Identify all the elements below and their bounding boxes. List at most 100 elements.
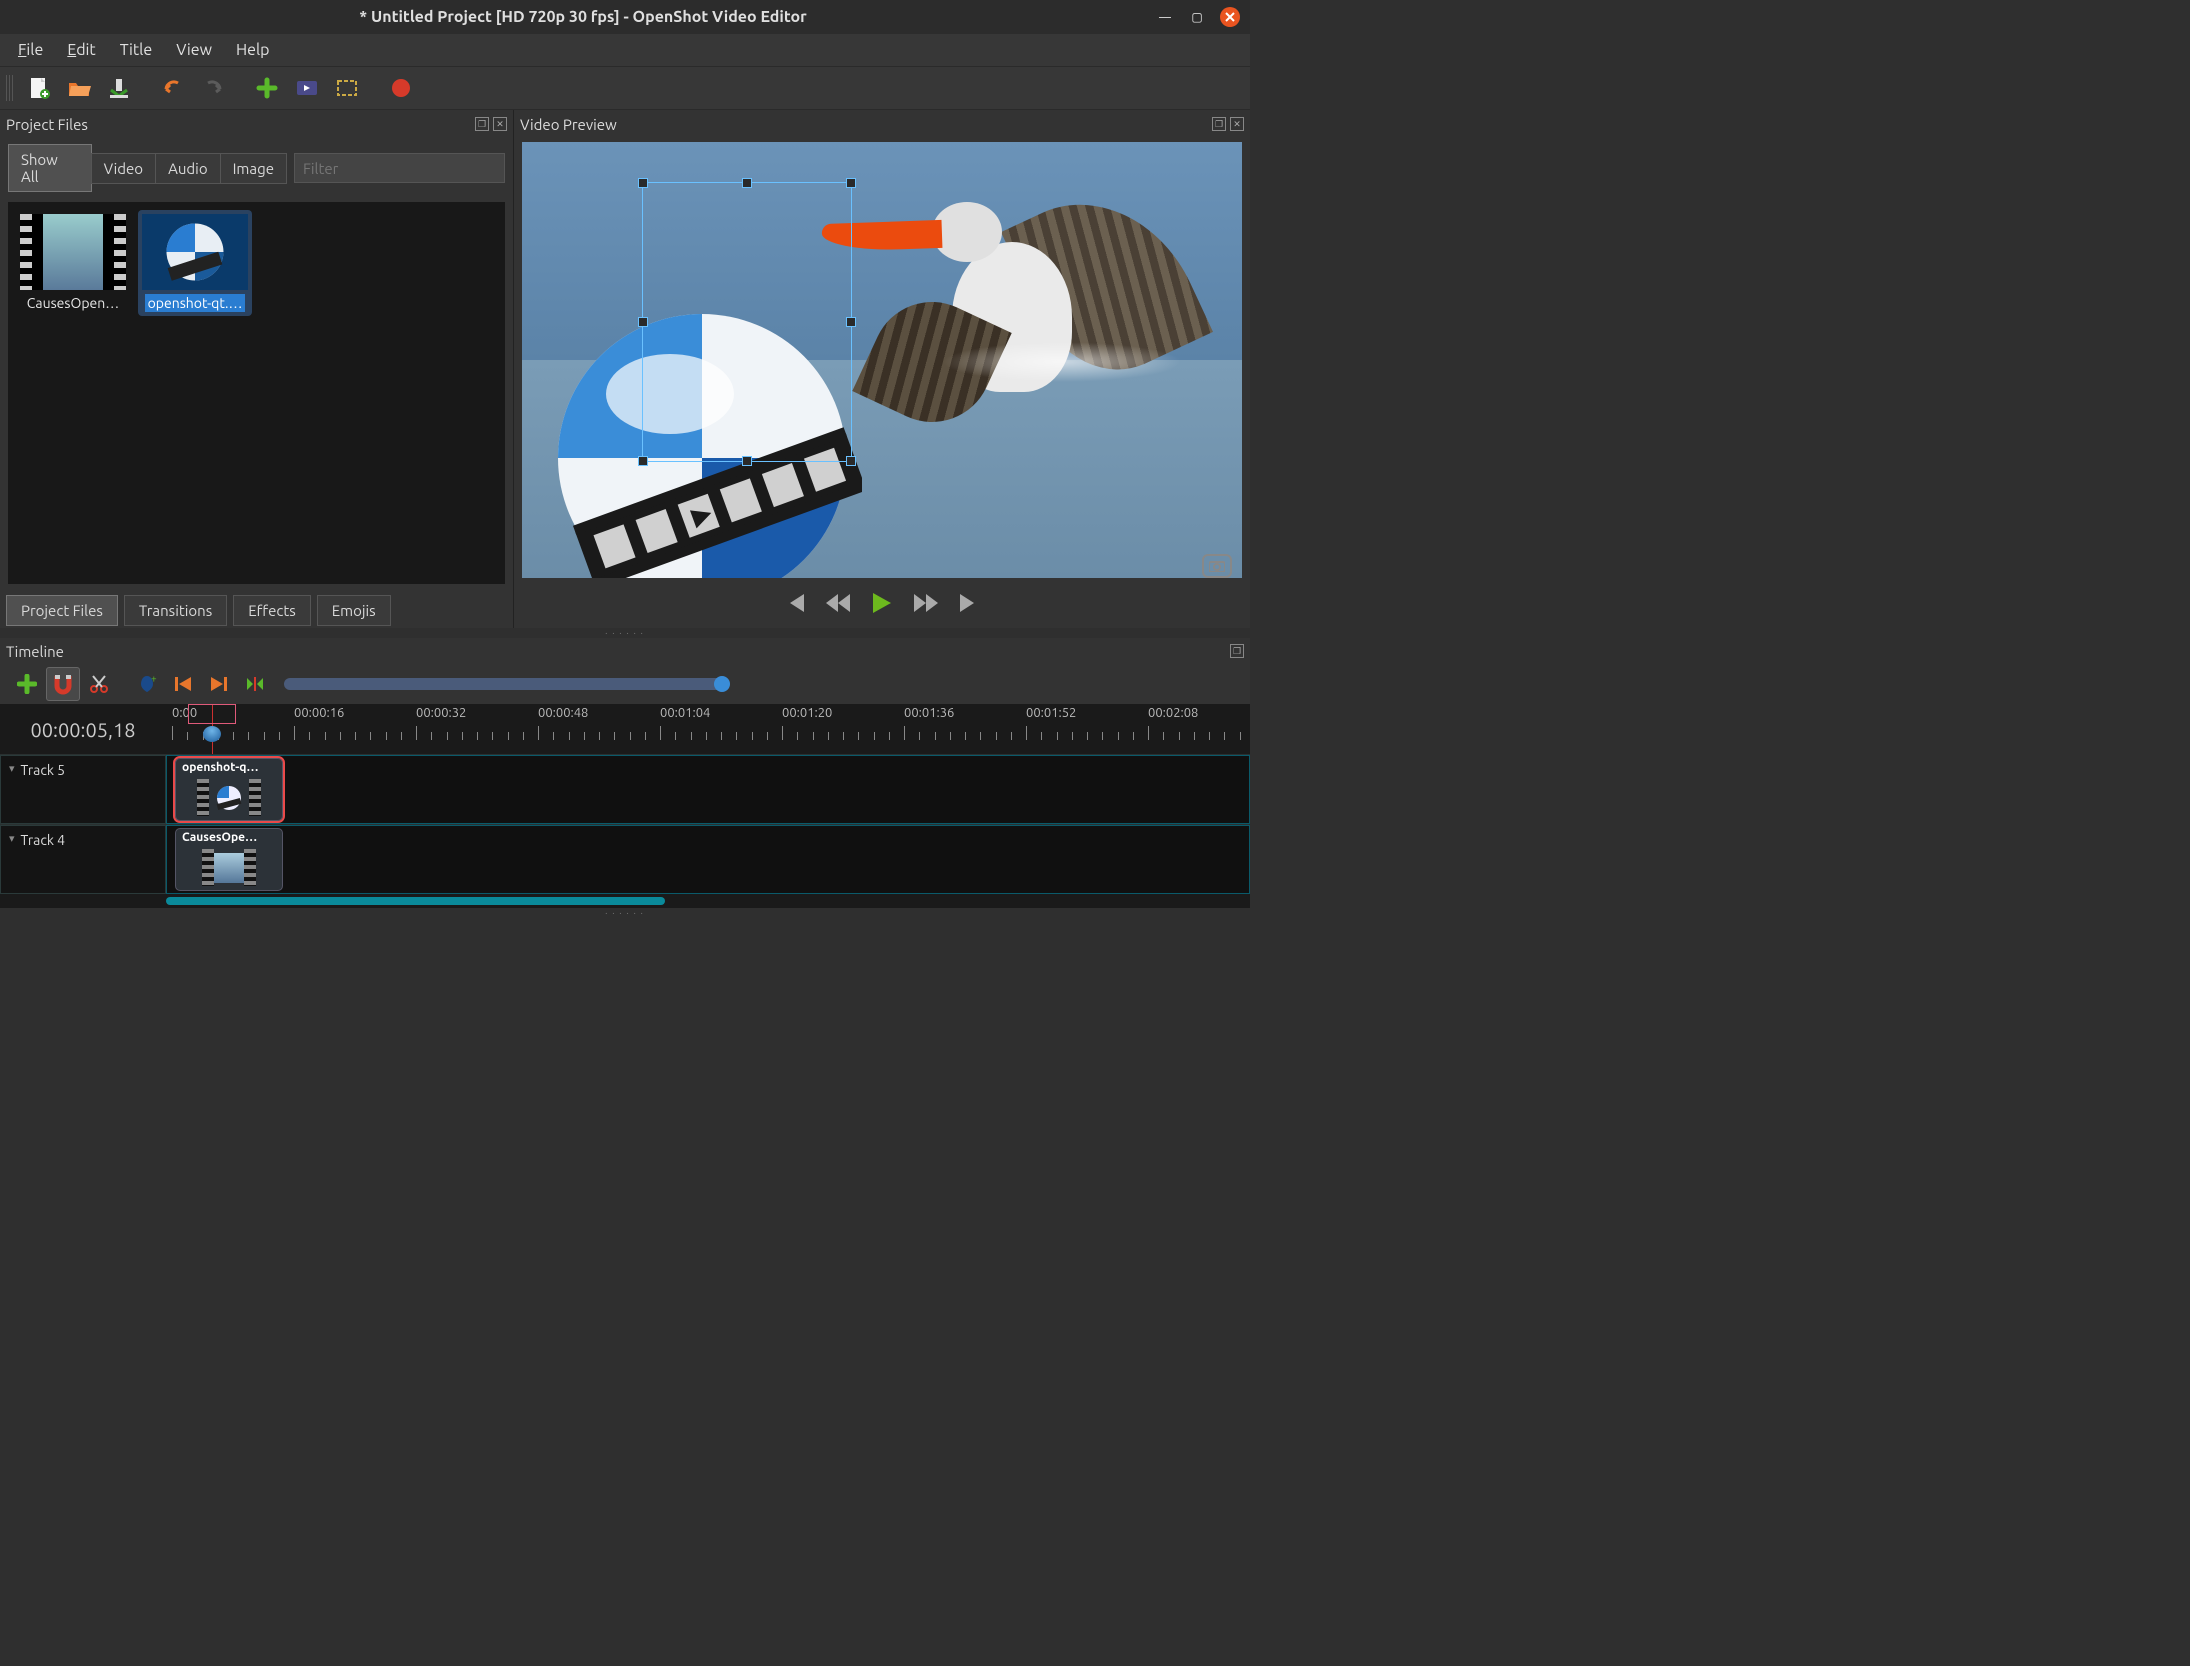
timeline-ruler[interactable]: 0:0000:00:1600:00:3200:00:4800:01:0400:0…	[166, 704, 1250, 754]
export-video-button[interactable]	[384, 71, 418, 105]
ruler-label: 00:01:20	[782, 706, 832, 720]
zoom-slider-knob[interactable]	[714, 676, 730, 692]
zoom-slider[interactable]	[284, 678, 724, 690]
resize-handle-icon[interactable]	[742, 178, 752, 188]
filter-input[interactable]	[294, 153, 505, 183]
transform-selection-box[interactable]	[642, 182, 852, 462]
pf-tab-audio[interactable]: Audio	[155, 153, 221, 184]
resize-handle-icon[interactable]	[638, 456, 648, 466]
panel-close-icon[interactable]: ✕	[493, 117, 507, 131]
add-marker-button[interactable]: +	[130, 667, 164, 701]
chevron-down-icon[interactable]: ▾	[9, 832, 15, 845]
jump-end-button[interactable]	[958, 594, 980, 616]
file-item[interactable]: openshot-qt.…	[138, 210, 252, 316]
save-project-button[interactable]	[102, 71, 136, 105]
jump-start-button[interactable]	[784, 594, 806, 616]
track-name: Track 5	[21, 762, 65, 778]
timeline-title: Timeline	[6, 643, 64, 660]
fast-forward-button[interactable]	[914, 594, 938, 616]
center-playhead-button[interactable]	[238, 667, 272, 701]
project-files-header: Project Files ❐ ✕	[0, 110, 513, 138]
redo-button[interactable]	[196, 71, 230, 105]
timecode-display[interactable]: 00:00:05,18	[0, 704, 166, 754]
next-marker-icon	[209, 676, 229, 692]
scissors-icon	[89, 674, 109, 694]
track-header[interactable]: ▾ Track 5	[0, 755, 166, 824]
tab-emojis[interactable]: Emojis	[317, 595, 391, 626]
panel-detach-icon[interactable]: ❐	[1212, 117, 1226, 131]
ruler-label: 00:00:32	[416, 706, 466, 720]
video-preview-header: Video Preview ❐ ✕	[514, 110, 1250, 138]
preview-background	[522, 142, 1242, 578]
pf-tab-image[interactable]: Image	[220, 153, 287, 184]
play-button[interactable]	[870, 591, 894, 619]
new-project-button[interactable]	[22, 71, 56, 105]
razor-button[interactable]	[82, 667, 116, 701]
record-icon	[390, 77, 412, 99]
camera-icon	[1209, 560, 1225, 572]
timeline-clip[interactable]: CausesOpe…	[175, 828, 283, 891]
add-track-button[interactable]	[10, 667, 44, 701]
track-lane[interactable]: CausesOpe…	[166, 825, 1250, 894]
pf-tab-show-all[interactable]: Show All	[8, 144, 92, 192]
ruler-label: 00:01:36	[904, 706, 954, 720]
timeline-tracks-area[interactable]: ▾ Track 5 openshot-q… ▾ Track 4 CausesOpe…	[0, 754, 1250, 894]
playhead[interactable]	[212, 704, 213, 754]
bottom-splitter[interactable]: ∙∙∙∙∙∙	[0, 908, 1250, 918]
undo-button[interactable]	[156, 71, 190, 105]
panel-close-icon[interactable]: ✕	[1230, 117, 1244, 131]
panel-detach-icon[interactable]: ❐	[1230, 644, 1244, 658]
window-titlebar: * Untitled Project [HD 720p 30 fps] - Op…	[0, 0, 1250, 34]
horizontal-splitter[interactable]: ∙∙∙∙∙∙	[0, 628, 1250, 638]
menu-file[interactable]: File	[8, 37, 53, 63]
rewind-button[interactable]	[826, 594, 850, 616]
resize-handle-icon[interactable]	[846, 317, 856, 327]
svg-text:+: +	[151, 674, 157, 684]
track-header[interactable]: ▾ Track 4	[0, 825, 166, 894]
resize-handle-icon[interactable]	[638, 317, 648, 327]
project-files-grid[interactable]: CausesOpen… openshot-qt.…	[8, 202, 505, 584]
track-row[interactable]: ▾ Track 5 openshot-q…	[0, 754, 1250, 824]
video-preview-title: Video Preview	[520, 116, 617, 133]
ruler-label: 00:00:48	[538, 706, 588, 720]
snapshot-button[interactable]	[1202, 554, 1232, 578]
previous-marker-button[interactable]	[166, 667, 200, 701]
tab-transitions[interactable]: Transitions	[124, 595, 227, 626]
ruler-label: 00:00:16	[294, 706, 344, 720]
window-maximize-button[interactable]: ▢	[1188, 8, 1206, 26]
open-project-button[interactable]	[62, 71, 96, 105]
timeline-scrollbar[interactable]	[0, 894, 1250, 908]
window-close-button[interactable]	[1220, 7, 1240, 27]
timeline-clip[interactable]: openshot-q…	[175, 758, 283, 821]
tab-project-files[interactable]: Project Files	[6, 595, 118, 626]
window-minimize-button[interactable]: —	[1156, 8, 1174, 26]
resize-handle-icon[interactable]	[846, 456, 856, 466]
ruler-label: 00:01:52	[1026, 706, 1076, 720]
video-profile-icon	[295, 77, 319, 99]
file-label: openshot-qt.…	[145, 294, 246, 312]
scrollbar-thumb[interactable]	[166, 897, 665, 905]
menu-view[interactable]: View	[166, 37, 222, 63]
panel-detach-icon[interactable]: ❐	[475, 117, 489, 131]
menu-title[interactable]: Title	[110, 37, 162, 63]
menu-edit[interactable]: Edit	[57, 37, 105, 63]
toolbar-grip[interactable]	[6, 75, 14, 101]
next-marker-button[interactable]	[202, 667, 236, 701]
profile-button[interactable]	[290, 71, 324, 105]
snapping-button[interactable]	[46, 667, 80, 701]
pf-tab-video[interactable]: Video	[91, 153, 156, 184]
track-row[interactable]: ▾ Track 4 CausesOpe…	[0, 824, 1250, 894]
track-lane[interactable]: openshot-q…	[166, 755, 1250, 824]
preview-viewport[interactable]	[522, 142, 1242, 578]
resize-handle-icon[interactable]	[638, 178, 648, 188]
fullscreen-button[interactable]	[330, 71, 364, 105]
menu-help[interactable]: Help	[226, 37, 280, 63]
file-item[interactable]: CausesOpen…	[16, 210, 130, 316]
resize-handle-icon[interactable]	[742, 456, 752, 466]
center-icon	[245, 676, 265, 692]
chevron-down-icon[interactable]: ▾	[9, 762, 15, 775]
resize-handle-icon[interactable]	[846, 178, 856, 188]
track-name: Track 4	[21, 832, 65, 848]
import-files-button[interactable]	[250, 71, 284, 105]
tab-effects[interactable]: Effects	[233, 595, 311, 626]
